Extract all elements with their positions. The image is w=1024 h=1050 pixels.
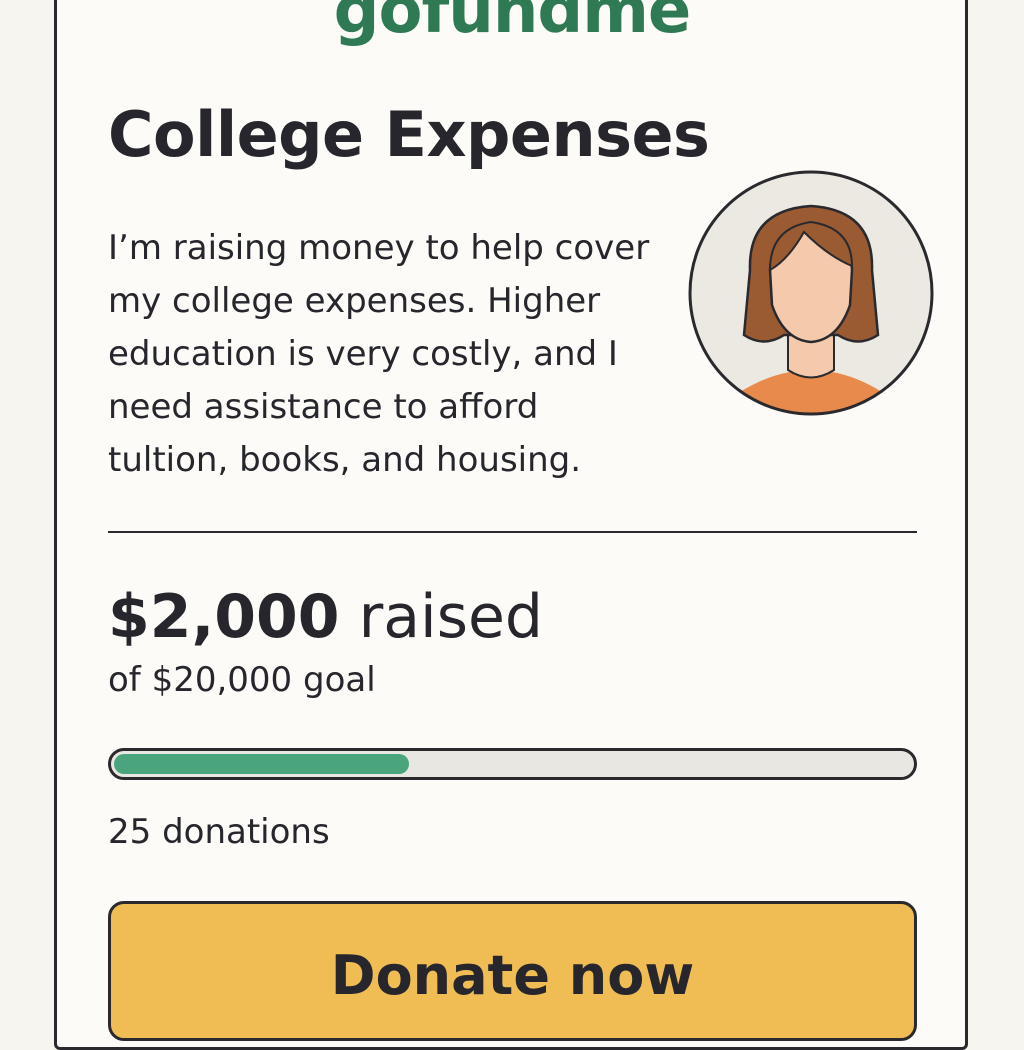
raised-suffix: raised	[339, 582, 543, 652]
section-divider	[108, 531, 917, 533]
goal-text: of $20,000 goal	[108, 660, 376, 700]
amount-raised: $2,000 raised	[108, 582, 543, 652]
brand-logo[interactable]: gofundme	[0, 0, 1024, 48]
campaign-description: I’m raising money to help cover my colle…	[108, 228, 650, 480]
donate-button-label: Donate now	[330, 944, 695, 1007]
donation-count: 25 donations	[108, 812, 330, 852]
progress-bar	[108, 748, 917, 780]
progress-fill	[114, 754, 409, 774]
raised-amount: $2,000	[108, 582, 340, 652]
donate-button[interactable]: Donate now	[108, 901, 917, 1041]
campaign-title: College Expenses	[108, 98, 710, 171]
person-avatar-icon	[688, 170, 934, 416]
